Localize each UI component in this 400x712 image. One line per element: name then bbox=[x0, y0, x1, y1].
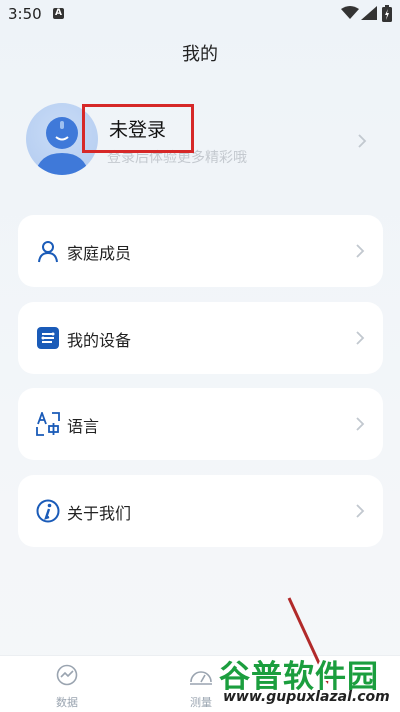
chevron-right-icon bbox=[358, 134, 367, 148]
menu-label: 我的设备 bbox=[67, 331, 132, 350]
menu-label: 语言 bbox=[67, 417, 100, 436]
device-icon bbox=[37, 327, 59, 349]
menu-item-family-members[interactable]: 家庭成员 bbox=[18, 215, 383, 287]
chevron-right-icon bbox=[356, 331, 365, 345]
page-title: 我的 bbox=[182, 44, 218, 65]
menu-item-language[interactable]: 语言 bbox=[18, 388, 383, 460]
status-time: 3:50 bbox=[8, 5, 42, 23]
chevron-right-icon bbox=[356, 417, 365, 431]
language-icon bbox=[36, 412, 60, 436]
chevron-right-icon bbox=[356, 244, 365, 258]
menu-item-my-devices[interactable]: 我的设备 bbox=[18, 302, 383, 374]
chevron-right-icon bbox=[356, 504, 365, 518]
notification-badge: A bbox=[53, 8, 64, 19]
info-icon bbox=[36, 499, 60, 523]
battery-icon bbox=[382, 5, 392, 22]
menu-label: 关于我们 bbox=[67, 504, 132, 523]
menu-item-about-us[interactable]: 关于我们 bbox=[18, 475, 383, 547]
watermark-url: www.gupuxlazal.com bbox=[223, 689, 390, 705]
menu-label: 家庭成员 bbox=[67, 244, 132, 263]
status-bar: 3:50 A bbox=[0, 0, 400, 30]
highlight-annotation-box bbox=[82, 104, 194, 153]
nav-label: 数据 bbox=[56, 696, 78, 709]
person-icon bbox=[38, 241, 58, 263]
signal-icon bbox=[361, 6, 377, 20]
watermark: 谷普软件园 www.gupuxlazal.com bbox=[219, 651, 400, 711]
chart-icon bbox=[56, 664, 78, 686]
nav-tab-data[interactable]: 数据 bbox=[37, 664, 97, 710]
wifi-icon bbox=[341, 6, 359, 19]
profile-section[interactable]: 未登录 登录后体验更多精彩哦 bbox=[0, 95, 400, 185]
scale-icon bbox=[190, 671, 212, 685]
